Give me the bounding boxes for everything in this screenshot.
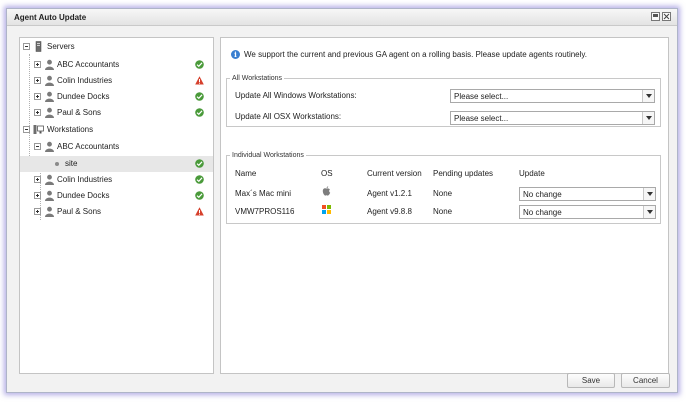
expand-toggle[interactable] xyxy=(34,93,41,100)
tree-node-ws-abc-accountants[interactable]: ABC Accountants xyxy=(20,139,213,155)
workstation-name: VMW7PROS116 xyxy=(235,207,295,216)
user-icon xyxy=(45,141,54,152)
column-header-os: OS xyxy=(321,169,333,178)
tree-label-workstations: Workstations xyxy=(47,125,94,134)
tree-node-workstations[interactable]: Workstations xyxy=(20,122,213,138)
tree-label: Dundee Docks xyxy=(57,191,110,200)
workstation-update-select[interactable]: No change xyxy=(519,205,656,219)
chevron-down-icon xyxy=(643,206,655,218)
expand-toggle[interactable] xyxy=(34,77,41,84)
site-tree-panel: Servers ABC Accountants Colin Industries… xyxy=(19,37,214,374)
tree-label: Colin Industries xyxy=(57,76,113,85)
tree-label: Paul & Sons xyxy=(57,207,102,216)
column-header-pending: Pending updates xyxy=(433,169,494,178)
agent-auto-update-dialog: Agent Auto Update Servers ABC Accountant… xyxy=(6,8,678,393)
status-ok-icon xyxy=(195,108,204,117)
column-header-name: Name xyxy=(235,169,257,178)
window-title: Agent Auto Update xyxy=(14,13,87,22)
expand-toggle[interactable] xyxy=(34,192,41,199)
collapse-toggle[interactable] xyxy=(34,143,41,150)
tree-node-ws-dundee-docks[interactable]: Dundee Docks xyxy=(20,188,213,204)
osx-update-label: Update All OSX Workstations: xyxy=(235,112,342,121)
user-icon xyxy=(45,91,54,102)
user-icon xyxy=(45,206,54,217)
info-message: i We support the current and previous GA… xyxy=(231,50,587,59)
user-icon xyxy=(45,190,54,201)
tree-node-ws-colin-industries[interactable]: Colin Industries xyxy=(20,172,213,188)
tree-node-ws-paul-sons[interactable]: Paul & Sons xyxy=(20,204,213,220)
workstation-version: Agent v9.8.8 xyxy=(367,207,412,216)
user-icon xyxy=(45,174,54,185)
windows-icon xyxy=(322,205,331,214)
expand-toggle[interactable] xyxy=(34,109,41,116)
status-ok-icon xyxy=(195,92,204,101)
info-icon: i xyxy=(231,50,240,59)
workstation-icon xyxy=(33,125,44,134)
chevron-down-icon xyxy=(642,112,654,124)
user-icon xyxy=(45,59,54,70)
tree-label: site xyxy=(65,159,78,168)
server-icon xyxy=(35,41,42,52)
osx-update-select[interactable]: Please select... xyxy=(450,111,655,125)
windows-update-select[interactable]: Please select... xyxy=(450,89,655,103)
individual-workstations-legend: Individual Workstations xyxy=(232,152,304,159)
status-ok-icon xyxy=(195,60,204,69)
status-ok-icon xyxy=(195,159,204,168)
update-settings-panel: i We support the current and previous GA… xyxy=(220,37,669,374)
status-ok-icon xyxy=(195,175,204,184)
tree-label: ABC Accountants xyxy=(57,142,120,151)
cancel-button[interactable]: Cancel xyxy=(621,373,670,388)
status-warning-icon xyxy=(195,207,204,216)
save-button[interactable]: Save xyxy=(567,373,615,388)
tree-node-servers[interactable]: Servers xyxy=(20,39,213,55)
individual-workstations-group: Individual Workstations Name OS Current … xyxy=(226,152,661,224)
workstation-name: Max´s Mac mini xyxy=(235,189,292,198)
expand-toggle[interactable] xyxy=(34,61,41,68)
workstation-version: Agent v1.2.1 xyxy=(367,189,412,198)
chevron-down-icon xyxy=(643,188,655,200)
chevron-down-icon xyxy=(642,90,654,102)
close-button[interactable] xyxy=(662,12,671,21)
status-ok-icon xyxy=(195,191,204,200)
info-text: We support the current and previous GA a… xyxy=(244,50,588,59)
all-workstations-group: All Workstations Update All Windows Work… xyxy=(226,75,661,127)
tree-label: ABC Accountants xyxy=(57,60,120,69)
apple-icon xyxy=(322,186,331,196)
windows-update-label: Update All Windows Workstations: xyxy=(235,91,357,100)
expand-toggle[interactable] xyxy=(34,176,41,183)
tree-label: Colin Industries xyxy=(57,175,113,184)
tree-node-site[interactable]: site xyxy=(20,156,213,172)
maximize-button[interactable] xyxy=(651,12,660,21)
workstation-update-select[interactable]: No change xyxy=(519,187,656,201)
column-header-version: Current version xyxy=(367,169,422,178)
tree-node-server-dundee-docks[interactable]: Dundee Docks xyxy=(20,89,213,105)
user-icon xyxy=(45,75,54,86)
tree-label: Dundee Docks xyxy=(57,92,110,101)
workstation-pending: None xyxy=(433,207,453,216)
tree-label-servers: Servers xyxy=(47,42,75,51)
column-header-update: Update xyxy=(519,169,545,178)
tree-node-server-colin-industries[interactable]: Colin Industries xyxy=(20,73,213,89)
tree-label: Paul & Sons xyxy=(57,108,102,117)
workstation-pending: None xyxy=(433,189,453,198)
collapse-toggle[interactable] xyxy=(23,126,30,133)
tree-node-server-abc-accountants[interactable]: ABC Accountants xyxy=(20,57,213,73)
expand-toggle[interactable] xyxy=(34,208,41,215)
all-workstations-legend: All Workstations xyxy=(232,75,283,82)
title-bar: Agent Auto Update xyxy=(7,9,677,26)
collapse-toggle[interactable] xyxy=(23,43,30,50)
tree-node-server-paul-sons[interactable]: Paul & Sons xyxy=(20,105,213,121)
site-bullet-icon xyxy=(55,162,59,166)
status-warning-icon xyxy=(195,76,204,85)
user-icon xyxy=(45,107,54,118)
